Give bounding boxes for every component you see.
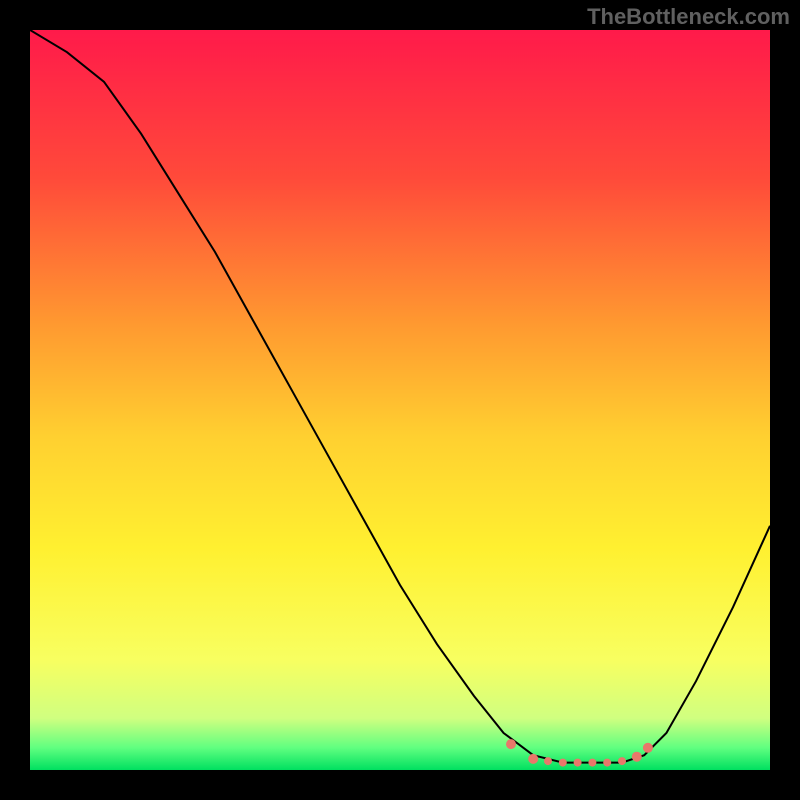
marker-dot [632, 752, 642, 762]
marker-dot [588, 759, 596, 767]
plot-area [30, 30, 770, 770]
marker-dot [528, 754, 538, 764]
marker-dot [506, 739, 516, 749]
marker-dot [544, 757, 552, 765]
marker-dot [603, 759, 611, 767]
chart-background [30, 30, 770, 770]
marker-dot [643, 743, 653, 753]
marker-dot [559, 759, 567, 767]
chart-svg [30, 30, 770, 770]
marker-dot [574, 759, 582, 767]
marker-dot [618, 757, 626, 765]
watermark-text: TheBottleneck.com [587, 4, 790, 30]
